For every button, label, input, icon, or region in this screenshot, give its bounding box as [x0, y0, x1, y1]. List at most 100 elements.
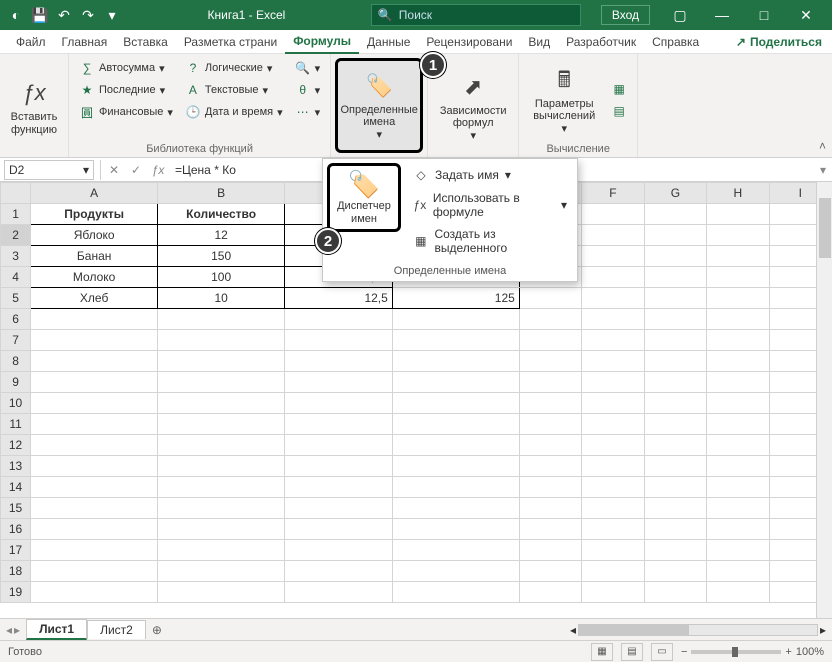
cell[interactable]: [644, 498, 706, 519]
cell[interactable]: [392, 435, 519, 456]
add-sheet-button[interactable]: ⊕: [146, 623, 168, 637]
cell[interactable]: [582, 477, 644, 498]
col-header-f[interactable]: F: [582, 183, 644, 204]
cell[interactable]: [285, 540, 393, 561]
cell[interactable]: [285, 330, 393, 351]
cell[interactable]: [644, 435, 706, 456]
cell[interactable]: [707, 414, 769, 435]
row-header[interactable]: 14: [1, 477, 31, 498]
cell[interactable]: [644, 393, 706, 414]
enter-formula-icon[interactable]: ✓: [125, 163, 147, 177]
cell[interactable]: [158, 351, 285, 372]
cell[interactable]: [644, 267, 706, 288]
cell[interactable]: [31, 351, 158, 372]
cell[interactable]: [158, 330, 285, 351]
row-header[interactable]: 11: [1, 414, 31, 435]
cell[interactable]: [582, 582, 644, 603]
cell[interactable]: Хлеб: [31, 288, 158, 309]
hscroll-track[interactable]: [578, 624, 818, 636]
cell[interactable]: [707, 519, 769, 540]
cell[interactable]: [707, 498, 769, 519]
cell[interactable]: [285, 393, 393, 414]
cell[interactable]: [644, 204, 706, 225]
cell[interactable]: [582, 540, 644, 561]
tab-data[interactable]: Данные: [359, 31, 418, 53]
cell[interactable]: [644, 288, 706, 309]
cell[interactable]: [519, 351, 581, 372]
cell[interactable]: [707, 540, 769, 561]
datetime-button[interactable]: 🕒Дата и время ▾: [181, 102, 287, 122]
cell[interactable]: [644, 246, 706, 267]
cell[interactable]: [158, 540, 285, 561]
cell[interactable]: [285, 519, 393, 540]
tab-developer[interactable]: Разработчик: [558, 31, 644, 53]
cell[interactable]: [707, 582, 769, 603]
tab-help[interactable]: Справка: [644, 31, 707, 53]
cancel-formula-icon[interactable]: ✕: [103, 163, 125, 177]
cell[interactable]: [285, 582, 393, 603]
calc-now-button[interactable]: ▦: [607, 79, 631, 99]
row-header[interactable]: 3: [1, 246, 31, 267]
minimize-button[interactable]: —: [702, 0, 742, 30]
cell[interactable]: 150: [158, 246, 285, 267]
cell[interactable]: [392, 498, 519, 519]
cell[interactable]: Яблоко: [31, 225, 158, 246]
lookup-button[interactable]: 🔍▾: [291, 58, 325, 78]
cell[interactable]: [31, 372, 158, 393]
sheet-nav-next-icon[interactable]: ▸: [14, 623, 20, 637]
name-manager-button[interactable]: 🏷️ Диспетчер имен: [327, 163, 401, 232]
tab-page-layout[interactable]: Разметка страни: [176, 31, 285, 53]
cell[interactable]: [31, 414, 158, 435]
cell[interactable]: [582, 372, 644, 393]
fx-button-icon[interactable]: ƒx: [147, 163, 169, 177]
col-header-h[interactable]: H: [707, 183, 769, 204]
collapse-ribbon-icon[interactable]: ˄: [819, 139, 826, 153]
cell[interactable]: [519, 435, 581, 456]
vertical-scrollbar[interactable]: [816, 182, 832, 618]
ribbon-display-icon[interactable]: ▢: [660, 0, 700, 30]
cell[interactable]: [707, 435, 769, 456]
cell[interactable]: Молоко: [31, 267, 158, 288]
cell[interactable]: [644, 540, 706, 561]
cell[interactable]: Банан: [31, 246, 158, 267]
cell[interactable]: [707, 267, 769, 288]
cell[interactable]: [644, 351, 706, 372]
cell[interactable]: [707, 309, 769, 330]
cell[interactable]: [519, 309, 581, 330]
calc-sheet-button[interactable]: ▤: [607, 101, 631, 121]
cell[interactable]: [392, 351, 519, 372]
cell[interactable]: [31, 582, 158, 603]
row-header[interactable]: 7: [1, 330, 31, 351]
cell[interactable]: [285, 498, 393, 519]
maximize-button[interactable]: □: [744, 0, 784, 30]
col-header-b[interactable]: B: [158, 183, 285, 204]
sheet-tab-2[interactable]: Лист2: [87, 620, 146, 639]
tab-insert[interactable]: Вставка: [115, 31, 176, 53]
search-box[interactable]: 🔍 Поиск: [371, 4, 581, 26]
create-from-selection-button[interactable]: ▦Создать из выделенного: [407, 223, 573, 259]
cell[interactable]: [158, 498, 285, 519]
cell[interactable]: [582, 456, 644, 477]
cell[interactable]: [519, 477, 581, 498]
cell[interactable]: [392, 393, 519, 414]
close-button[interactable]: ✕: [786, 0, 826, 30]
cell[interactable]: [582, 330, 644, 351]
row-header[interactable]: 6: [1, 309, 31, 330]
cell[interactable]: [285, 372, 393, 393]
cell[interactable]: [158, 519, 285, 540]
save-icon[interactable]: 💾: [30, 5, 50, 25]
name-box[interactable]: D2 ▾: [4, 160, 94, 180]
cell[interactable]: [285, 351, 393, 372]
qat-more-icon[interactable]: ▾: [102, 5, 122, 25]
cell[interactable]: [519, 330, 581, 351]
cell[interactable]: [285, 309, 393, 330]
row-header[interactable]: 16: [1, 519, 31, 540]
cell[interactable]: [519, 456, 581, 477]
cell[interactable]: [644, 414, 706, 435]
cell[interactable]: [707, 204, 769, 225]
cell[interactable]: [582, 267, 644, 288]
cell[interactable]: [519, 393, 581, 414]
login-button[interactable]: Вход: [601, 5, 650, 25]
zoom-in-icon[interactable]: +: [785, 646, 791, 658]
cell[interactable]: [158, 477, 285, 498]
